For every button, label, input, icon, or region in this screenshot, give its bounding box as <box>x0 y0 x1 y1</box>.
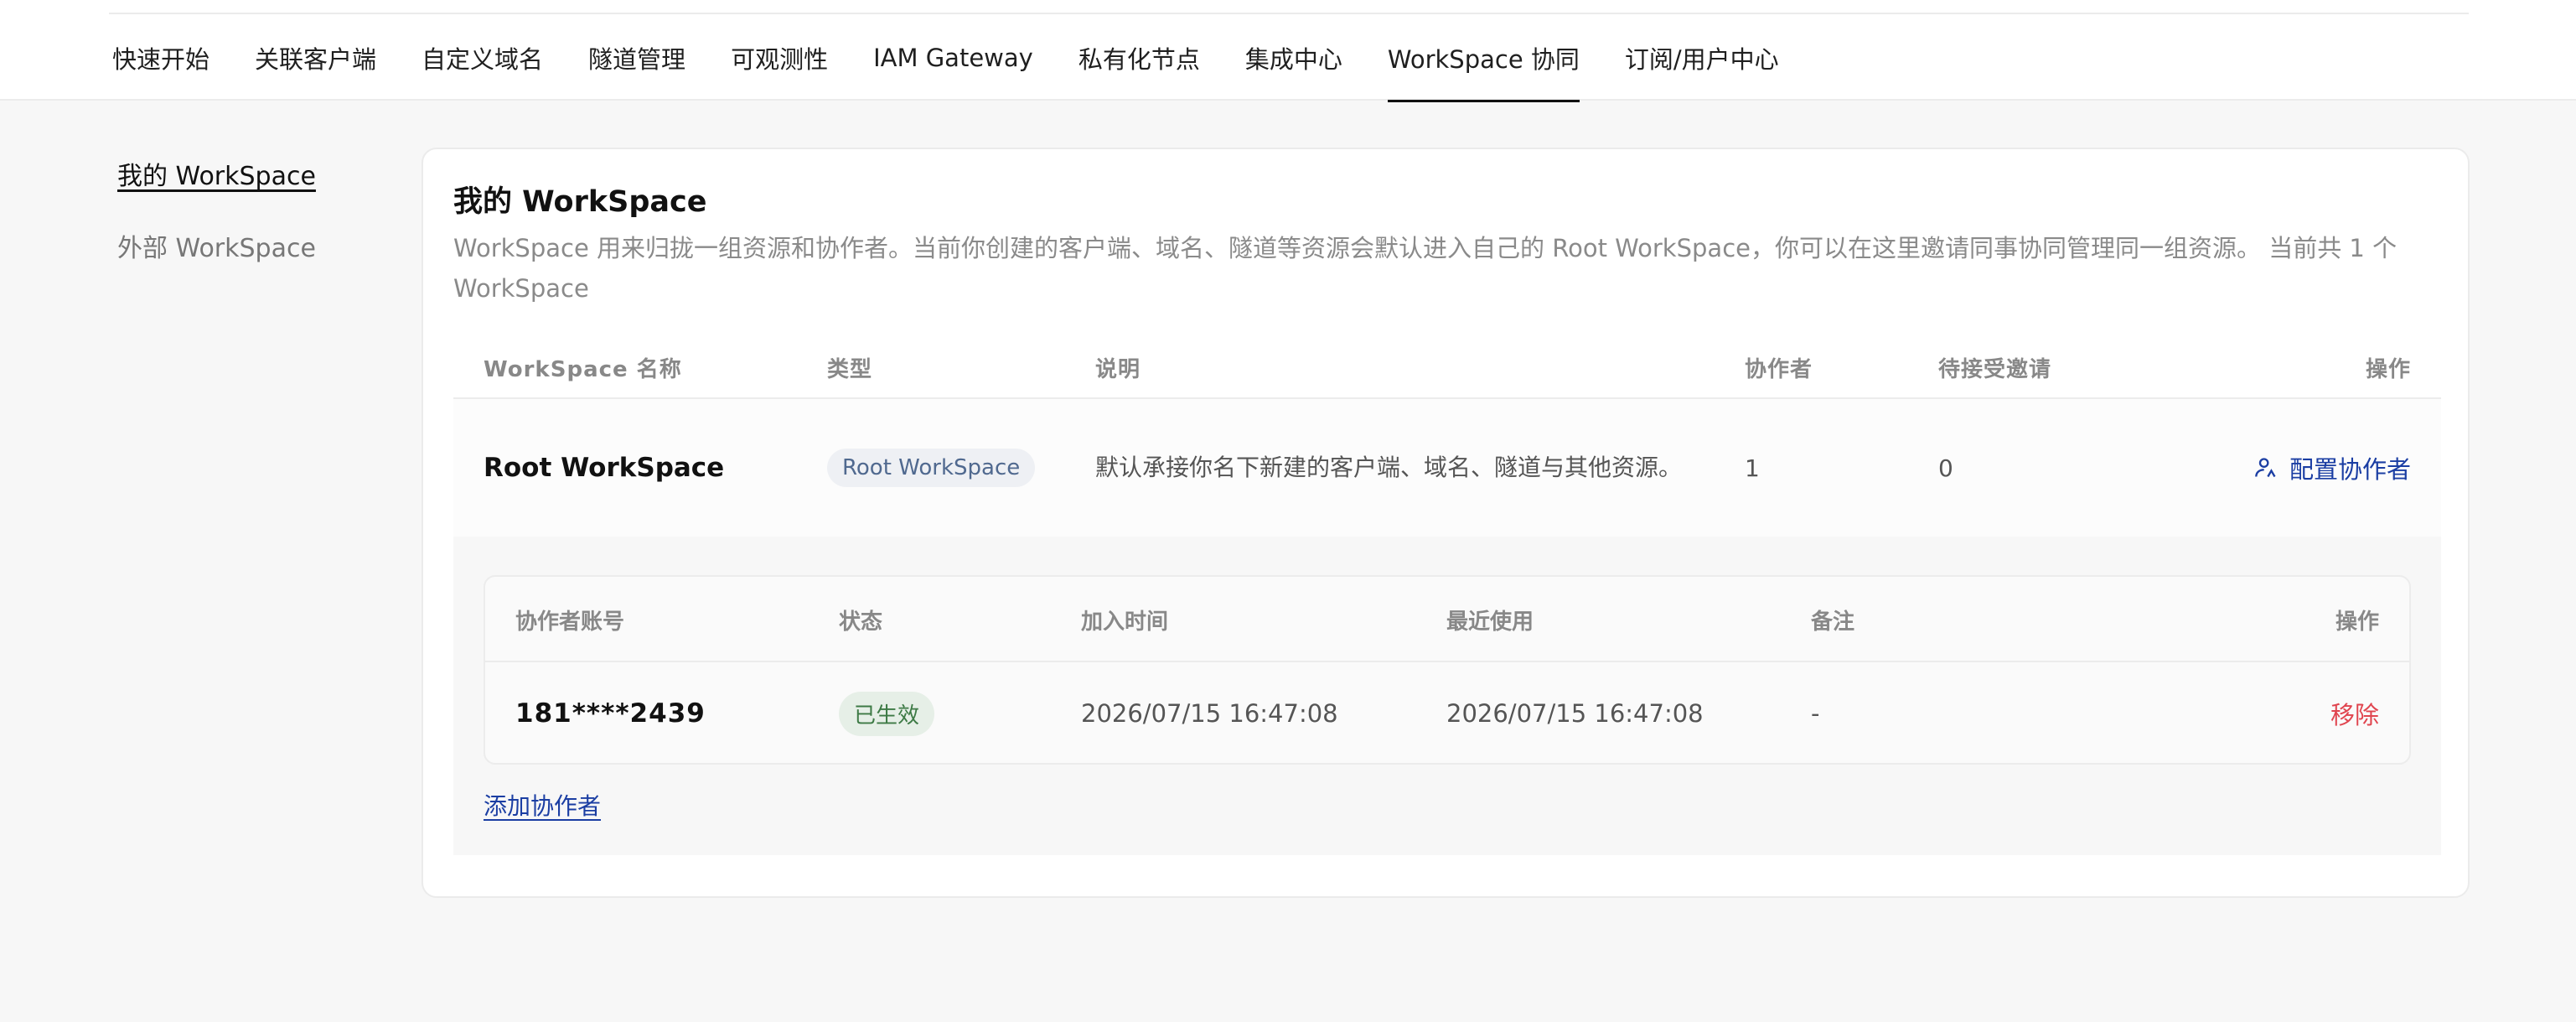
collaborator-last-used: 2026/07/15 16:47:08 <box>1446 699 1704 728</box>
collaborator-row: 181****2439 已生效 2026/07/15 16:47:08 2026… <box>485 662 2409 765</box>
side-navigation: 我的 WorkSpace 外部 WorkSpace <box>117 155 316 299</box>
column-header-name: WorkSpace 名称 <box>484 356 682 382</box>
page-description: WorkSpace 用来归拢一组资源和协作者。当前你创建的客户端、域名、隧道等资… <box>453 234 2398 303</box>
add-collaborator-link[interactable]: 添加协作者 <box>484 788 601 822</box>
tab-iam-gateway[interactable]: IAM Gateway <box>873 15 1033 101</box>
top-divider <box>109 13 2469 14</box>
user-settings-icon <box>2255 458 2276 478</box>
collaborators-panel: 协作者账号 状态 加入时间 最近使用 备注 操作 181****2439 已生效… <box>453 537 2441 855</box>
tab-observability[interactable]: 可观测性 <box>731 15 828 101</box>
collaborator-status-cell: 已生效 <box>839 662 935 765</box>
workspace-table-header: WorkSpace 名称 类型 说明 协作者 待接受邀请 操作 <box>453 335 2441 399</box>
workspace-description: 默认承接你名下新建的客户端、域名、隧道与其他资源。 <box>1095 454 1683 481</box>
tab-quick-start[interactable]: 快速开始 <box>112 15 209 101</box>
workspace-card: 我的 WorkSpace WorkSpace 用来归拢一组资源和协作者。当前你创… <box>422 148 2470 898</box>
workspace-description-cell: 默认承接你名下新建的客户端、域名、隧道与其他资源。 <box>1095 399 1682 537</box>
table-row[interactable]: Root WorkSpace Root WorkSpace 默认承接你名下新建的… <box>453 399 2441 537</box>
page-title: 我的 WorkSpace <box>453 185 707 219</box>
actions-cell: 配置协作者 <box>2254 399 2411 537</box>
tab-linked-clients[interactable]: 关联客户端 <box>255 15 376 101</box>
pending-invite-count: 0 <box>1938 454 1953 482</box>
sidebar-item-external-workspace[interactable]: 外部 WorkSpace <box>117 227 316 264</box>
workspace-type-cell: Root WorkSpace <box>827 399 1036 537</box>
column-header-pending: 待接受邀请 <box>1938 356 2052 382</box>
collaborator-account: 181****2439 <box>515 698 706 729</box>
status-badge: 已生效 <box>839 691 935 736</box>
configure-collaborators-label: 配置协作者 <box>2289 455 2411 484</box>
configure-collaborators-button[interactable]: 配置协作者 <box>2254 450 2411 485</box>
sidebar-item-my-workspace[interactable]: 我的 WorkSpace <box>117 155 316 192</box>
column-header-collab-actions: 操作 <box>2335 609 2379 635</box>
column-header-account: 协作者账号 <box>515 609 625 635</box>
column-header-status: 状态 <box>839 609 883 635</box>
collaborator-joined-time: 2026/07/15 16:47:08 <box>1081 699 1338 728</box>
remove-collaborator-button[interactable]: 移除 <box>2330 662 2379 765</box>
top-navigation: 快速开始 关联客户端 自定义域名 隧道管理 可观测性 IAM Gateway 私… <box>0 0 2576 102</box>
column-header-last-used: 最近使用 <box>1446 609 1534 635</box>
column-header-collaborators: 协作者 <box>1745 356 1813 382</box>
collaborators-table-header: 协作者账号 状态 加入时间 最近使用 备注 操作 <box>485 577 2409 662</box>
workspace-type-tag: Root WorkSpace <box>827 449 1036 487</box>
collaborators-table: 协作者账号 状态 加入时间 最近使用 备注 操作 181****2439 已生效… <box>484 575 2411 765</box>
tab-integration-center[interactable]: 集成中心 <box>1245 15 1342 101</box>
workspace-name: Root WorkSpace <box>484 453 725 483</box>
collaborator-note: - <box>1811 699 1820 728</box>
column-header-joined: 加入时间 <box>1081 609 1169 635</box>
nav-tabs: 快速开始 关联客户端 自定义域名 隧道管理 可观测性 IAM Gateway 私… <box>112 15 1824 102</box>
column-header-type: 类型 <box>827 356 873 382</box>
tab-private-nodes[interactable]: 私有化节点 <box>1079 15 1200 101</box>
tab-tunnel-management[interactable]: 隧道管理 <box>588 15 685 101</box>
tab-custom-domains[interactable]: 自定义域名 <box>422 15 543 101</box>
collaborator-count: 1 <box>1745 454 1760 482</box>
column-header-note: 备注 <box>1811 609 1855 635</box>
tab-subscription-user-center[interactable]: 订阅/用户中心 <box>1625 15 1779 101</box>
column-header-actions: 操作 <box>2365 356 2411 382</box>
tab-workspace-collaboration[interactable]: WorkSpace 协同 <box>1387 15 1580 102</box>
column-header-description: 说明 <box>1095 356 1141 382</box>
